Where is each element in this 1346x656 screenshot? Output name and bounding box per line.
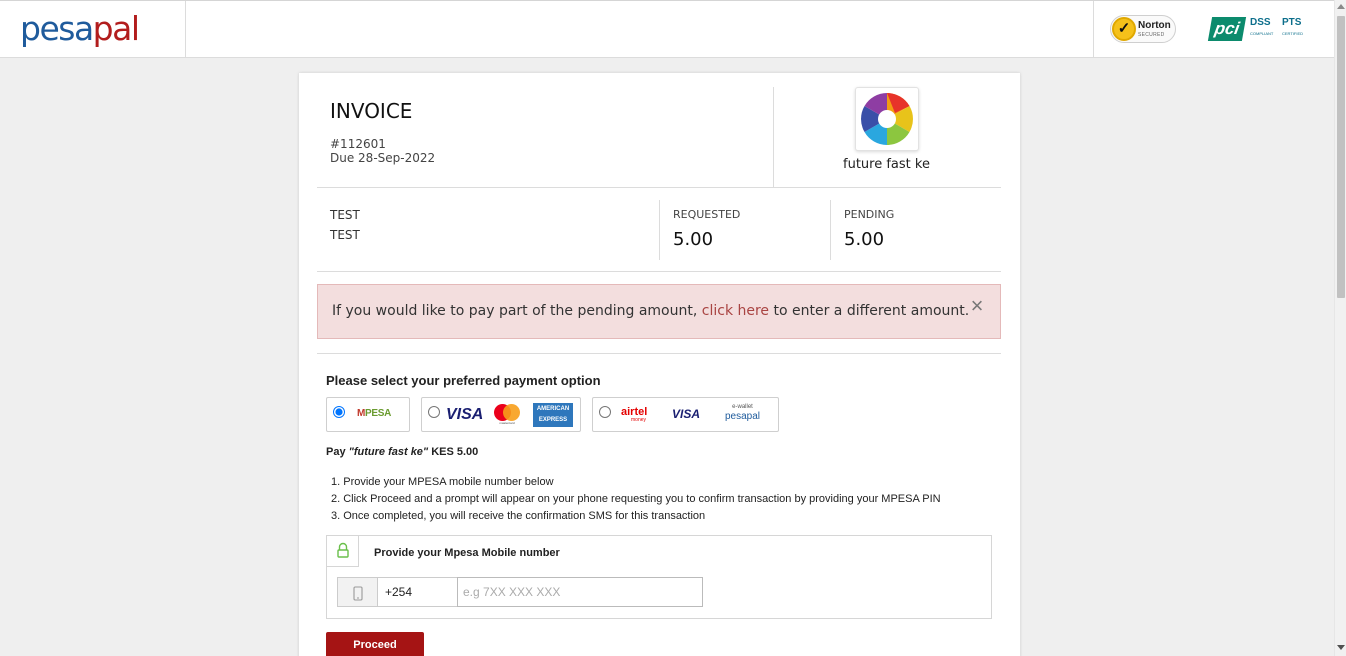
ewallet-brand: pesapal [725,411,761,422]
mpesa-instructions: 1. Provide your MPESA mobile number belo… [331,474,941,525]
phone-icon-box [337,577,378,607]
payment-option-wallets[interactable]: airtel money VISA e-wallet pesapal [592,397,779,432]
norton-secured-badge: ✓ Norton SECURED [1110,15,1176,43]
norton-sub: SECURED [1138,32,1165,38]
scroll-down-icon[interactable] [1337,645,1345,650]
pci-mark: pci [1207,17,1247,41]
payment-option-cards[interactable]: VISA mastercard AMERICAN EXPRESS [421,397,581,432]
instruction-step: 2. Click Proceed and a prompt will appea… [331,493,941,505]
invoice-card: INVOICE #112601 Due 28-Sep-2022 future f… [299,73,1020,656]
merchant-logo [855,87,919,151]
pci-dss-badge: pci DSS PTS COMPLIANT CERTIFIED [1207,15,1308,43]
ewallet-text: e-wallet [732,404,753,410]
pay-amount: KES 5.00 [428,446,479,458]
scroll-thumb[interactable] [1337,16,1345,298]
divider [317,187,1001,188]
mpesa-logo-text: PESA [365,408,392,419]
airtel-money-logo: airtel money [621,406,647,423]
divider [659,200,660,260]
requested-amount: 5.00 [673,229,714,250]
mpesa-number-panel: Provide your Mpesa Mobile number [326,535,992,619]
instruction-step: 3. Once completed, you will receive the … [331,510,706,522]
merchant-swirl-icon [861,93,913,145]
divider [317,353,1001,354]
trust-badges: ✓ Norton SECURED pci DSS PTS COMPLIANT C… [1093,1,1334,58]
pesapal-logo[interactable]: pesapal [20,9,140,48]
scroll-up-icon[interactable] [1337,4,1345,9]
alert-text: If you would like to pay part of the pen… [332,303,969,319]
amex-text-2: EXPRESS [538,417,568,423]
mobile-phone-icon [353,586,363,601]
check-icon: ✓ [1112,17,1136,41]
pci-pts-sub: CERTIFIED [1282,31,1304,36]
pay-summary: Pay "future fast ke" KES 5.00 [326,446,478,458]
payment-option-mpesa[interactable]: MPESA [326,397,410,432]
alert-text-before: If you would like to pay part of the pen… [332,303,702,319]
invoice-number: #112601 [330,137,386,151]
invoice-due-date: Due 28-Sep-2022 [330,151,436,165]
instruction-step: 1. Provide your MPESA mobile number belo… [331,476,554,488]
pci-dss-sub: COMPLIANT [1250,31,1274,36]
mpesa-number-title: Provide your Mpesa Mobile number [374,547,560,559]
invoice-item: TEST [330,228,360,242]
pay-prefix: Pay [326,446,349,458]
visa-logo: VISA [446,406,484,423]
mpesa-radio[interactable] [333,406,345,418]
pesapal-ewallet-logo: e-wallet pesapal [725,404,760,422]
partial-payment-alert: If you would like to pay part of the pen… [317,284,1001,339]
divider [773,87,774,187]
mastercard-logo: mastercard [492,404,522,425]
wallets-radio[interactable] [599,406,611,418]
logo-text-pal: pal [92,9,140,48]
top-header: pesapal ✓ Norton SECURED pci DSS PTS COM… [0,0,1334,58]
alert-text-after: to enter a different amount. [769,303,970,319]
mastercard-text: mastercard [499,421,515,425]
invoice-title: INVOICE [330,99,413,123]
mpesa-logo: MPESA [357,408,391,419]
pay-merchant: "future fast ke" [348,446,429,458]
logo-cell: pesapal [0,1,186,58]
merchant-name: future fast ke [843,157,930,172]
proceed-button[interactable]: Proceed [326,632,424,656]
lock-icon [337,542,349,558]
mobile-number-input[interactable] [457,577,703,607]
amex-logo: AMERICAN EXPRESS [533,403,573,427]
visa-logo: VISA [672,407,701,421]
mpesa-logo-m: M [357,408,366,419]
invoice-item: TEST [330,208,360,222]
close-icon[interactable]: × [966,295,988,317]
pci-dss-text: DSS [1250,17,1271,28]
airtel-sub-text: money [631,417,647,423]
vertical-scrollbar[interactable] [1334,0,1346,656]
pending-amount: 5.00 [844,229,885,250]
pci-pts-text: PTS [1282,17,1302,28]
payment-options-title: Please select your preferred payment opt… [326,373,601,388]
requested-label: REQUESTED [673,208,741,221]
divider [830,200,831,260]
cards-radio[interactable] [428,406,440,418]
lock-icon-box [327,536,359,567]
amex-text-1: AMERICAN [536,406,570,412]
norton-title: Norton [1138,20,1171,31]
country-code-input[interactable] [377,577,458,607]
pending-label: PENDING [844,208,895,221]
divider [317,271,1001,272]
different-amount-link[interactable]: click here [702,303,769,319]
logo-text-pesa: pesa [20,9,94,48]
